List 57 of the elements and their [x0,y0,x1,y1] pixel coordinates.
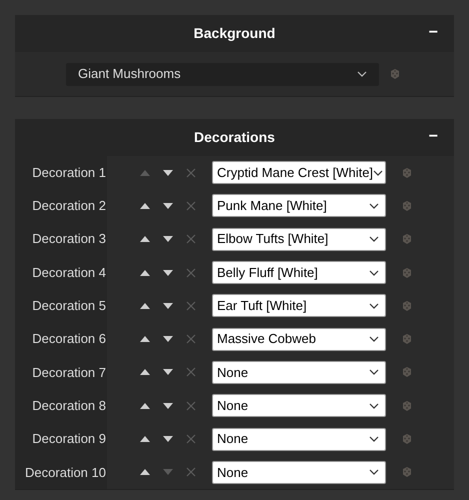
dice-icon[interactable] [401,433,413,446]
chevron-icon [369,270,379,276]
dice-icon[interactable] [389,68,401,80]
dice-icon[interactable] [401,400,413,412]
remove-button[interactable] [185,466,197,478]
decoration-select[interactable]: Elbow Tufts [White] [212,228,386,251]
decoration-select[interactable]: Massive Cobweb [212,328,386,351]
collapse-button[interactable]: − [428,127,438,147]
dice-icon[interactable] [401,266,413,279]
remove-button[interactable] [185,233,197,246]
chevron-icon [369,302,379,309]
panel-title: Decorations [194,128,275,147]
remove-button[interactable] [185,366,197,378]
decoration-select[interactable]: None [212,394,386,418]
dice-icon[interactable] [401,200,413,212]
dice-icon[interactable] [401,366,413,378]
decoration-label: Decoration 8 [32,396,106,415]
decoration-select[interactable]: None [212,428,386,451]
decoration-select[interactable]: Punk Mane [White] [212,194,386,218]
remove-button[interactable] [185,166,197,179]
dice-icon[interactable] [401,233,413,246]
decoration-select[interactable]: Cryptid Mane Crest [White] [212,161,386,184]
decoration-label: Decoration 6 [32,330,106,348]
chevron-icon [369,369,379,376]
remove-button[interactable] [185,200,197,212]
decoration-select[interactable]: None [212,360,386,384]
chevron-icon [369,202,379,209]
decoration-select[interactable]: Ear Tuft [White] [212,294,386,318]
remove-button[interactable] [185,333,197,346]
chevron-icon [369,336,379,342]
chevron-icon [373,170,384,176]
decoration-label: Decoration 1 [32,164,106,182]
chevron-icon [369,236,379,242]
dice-icon[interactable] [401,166,413,179]
remove-button[interactable] [185,266,197,279]
decoration-label: Decoration 4 [32,264,106,282]
dice-icon[interactable] [401,333,413,346]
background-select[interactable]: Giant Mushrooms [66,62,379,86]
remove-button[interactable] [185,400,197,412]
remove-button[interactable] [185,300,197,312]
collapse-button[interactable]: − [428,23,438,43]
remove-button[interactable] [185,433,197,446]
decoration-label: Decoration 9 [32,430,106,448]
chevron-icon [369,402,379,409]
chevron-icon [369,436,379,442]
decoration-label: Decoration 3 [32,230,106,248]
dice-icon[interactable] [401,466,413,478]
decoration-label: Decoration 2 [32,197,106,216]
decoration-label: Decoration 5 [32,297,106,316]
decoration-label: Decoration 10 [25,464,106,482]
panel-title: Background [194,24,276,43]
decoration-select[interactable]: Belly Fluff [White] [212,261,386,284]
chevron-icon [357,71,367,77]
chevron-icon [369,469,379,476]
decoration-label: Decoration 7 [32,364,106,382]
decoration-select[interactable]: None [212,460,386,484]
dice-icon[interactable] [401,300,413,312]
